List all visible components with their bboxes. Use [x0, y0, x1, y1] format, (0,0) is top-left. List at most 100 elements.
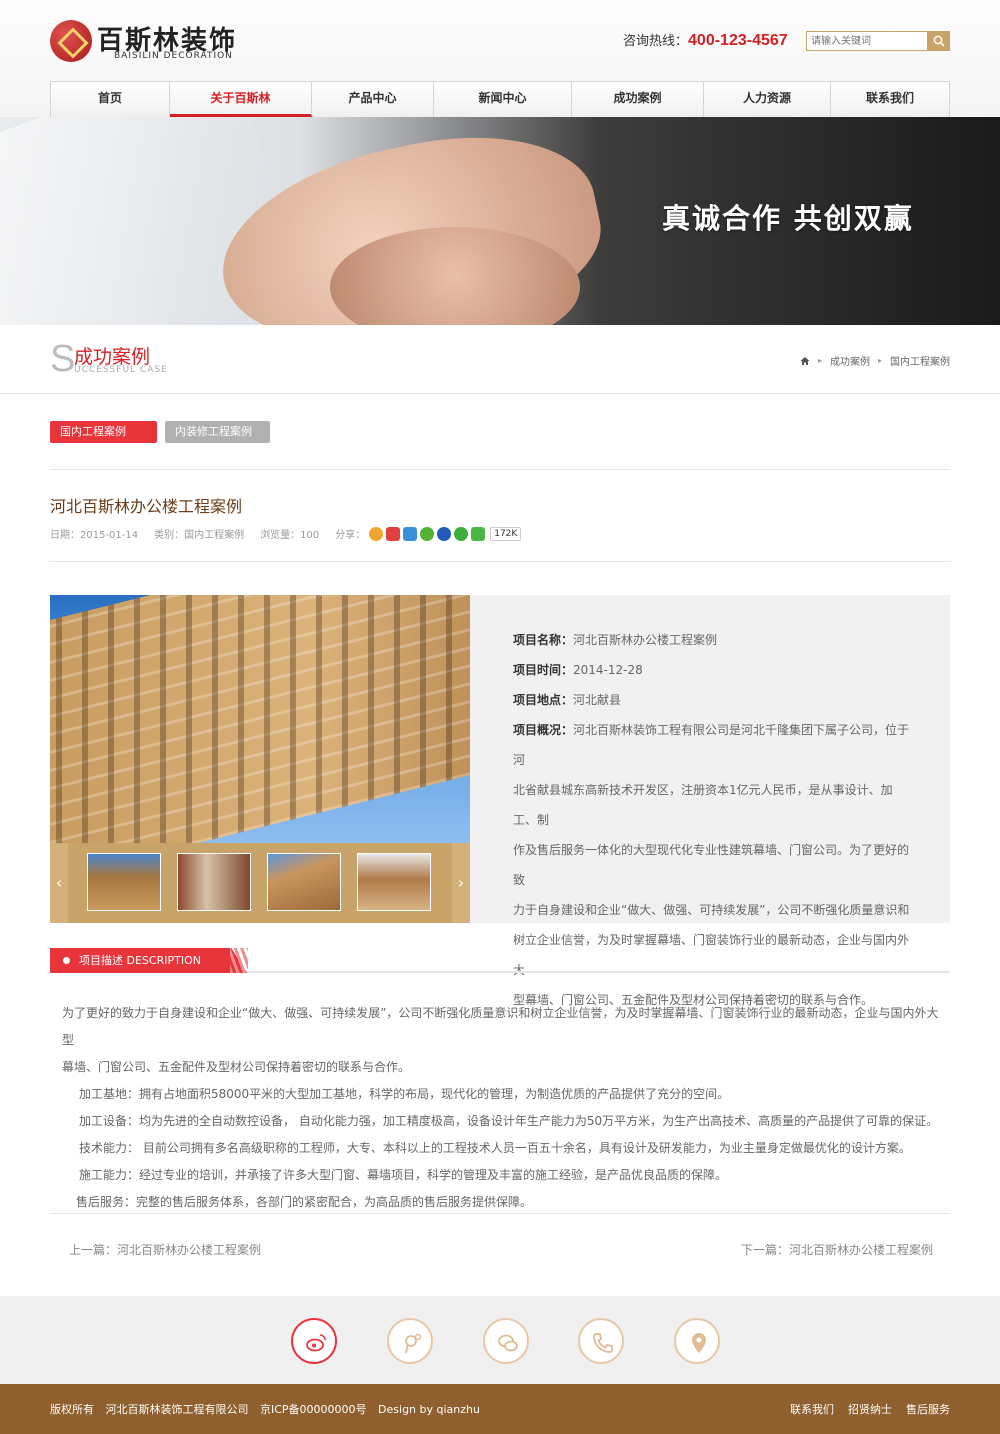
search-icon [933, 35, 945, 47]
project-place-row: 项目地点：河北献县 [513, 685, 916, 715]
footer-links: 联系我们 招贤纳士 售后服务 [790, 1401, 950, 1417]
nav-item-contact[interactable]: 联系我们 [831, 82, 949, 117]
chevron-right-icon[interactable]: › [452, 843, 470, 923]
weibo-icon[interactable] [291, 1318, 337, 1364]
project-place-label: 项目地点： [513, 693, 574, 707]
location-icon[interactable] [674, 1318, 720, 1364]
section-subtitle: UCCESSFUL CASE [74, 365, 168, 375]
description-paragraph: 技术能力： 目前公司拥有多名高级职称的工程师，大专、本科以上的工程技术人员一百五… [79, 1141, 911, 1155]
project-info-panel: 项目名称：河北百斯林办公楼工程案例 项目时间：2014-12-28 项目地点：河… [470, 595, 950, 1007]
footer-link-contact[interactable]: 联系我们 [790, 1401, 834, 1417]
divider [50, 469, 950, 470]
hotline-number: 400-123-4567 [688, 32, 788, 49]
building-image [50, 595, 470, 843]
project-name-row: 项目名称：河北百斯林办公楼工程案例 [513, 625, 916, 655]
article-meta: 日期：2015-01-14 类别：国内工程案例 浏览量：100 分享： 172K [50, 526, 537, 541]
tencent-share-icon[interactable] [403, 526, 418, 541]
project-description: 为了更好的致力于自身建设和企业“做大、做强、可持续发展”，公司不断强化质量意识和… [62, 1000, 942, 1216]
qzone-share-icon[interactable] [369, 526, 384, 541]
thumbnail-2[interactable] [177, 853, 251, 911]
nav-item-about[interactable]: 关于百斯林 [170, 82, 312, 117]
kaixin-share-icon[interactable] [454, 526, 469, 541]
prev-article-link[interactable]: 上一篇：河北百斯林办公楼工程案例 [69, 1241, 261, 1258]
hotline: 咨询热线：400-123-4567 [623, 30, 788, 50]
project-summary-label: 项目概况： [513, 723, 574, 737]
weibo-share-icon[interactable] [386, 526, 401, 541]
description-paragraph: 加工设备：均为先进的全自动数控设备， 自动化能力强，加工精度极高，设备设计年生产… [79, 1114, 939, 1128]
icp-number[interactable]: 京ICP备00000000号 [260, 1403, 367, 1416]
description-header: 项目描述 DESCRIPTION [50, 948, 950, 973]
nav-item-products[interactable]: 产品中心 [312, 82, 434, 117]
wechat-share-icon[interactable] [420, 526, 435, 541]
hero-banner: 真诚合作 共创双赢 [0, 117, 1000, 325]
thumbnail-strip: ‹ › [50, 843, 470, 923]
share-count: 172K [490, 526, 522, 541]
section-header: S 成功案例 UCCESSFUL CASE ▸ 成功案例 ▸ 国内工程案例 [0, 325, 1000, 394]
tencent-weibo-icon[interactable] [387, 1318, 433, 1364]
description-paragraph: 为了更好的致力于自身建设和企业“做大、做强、可持续发展”，公司不断强化质量意识和… [62, 1006, 939, 1047]
project-summary-line: 北省献县城东高新技术开发区，注册资本1亿元人民币，是从事设计、加工、制 [513, 783, 893, 827]
nav-item-cases[interactable]: 成功案例 [572, 82, 704, 117]
hotline-label: 咨询热线： [623, 34, 689, 49]
main-project-photo [50, 595, 470, 843]
site-logo[interactable]: 百斯林装饰 BAISILIN DECORATION [50, 20, 250, 64]
more-share-icon[interactable] [471, 526, 486, 541]
project-time-label: 项目时间： [513, 663, 574, 677]
share-bar: 172K [369, 526, 537, 541]
project-gallery: ‹ › [50, 595, 470, 923]
breadcrumb: ▸ 成功案例 ▸ 国内工程案例 [800, 353, 950, 368]
nav-item-news[interactable]: 新闻中心 [434, 82, 572, 117]
description-paragraph: 施工能力：经过专业的培训，并承接了许多大型门窗、幕墙项目，科学的管理及丰富的施工… [79, 1168, 728, 1182]
thumbnail-1[interactable] [87, 853, 161, 911]
article-category: 类别：国内工程案例 [154, 530, 245, 541]
footer-link-jobs[interactable]: 招贤纳士 [848, 1401, 892, 1417]
article-date: 日期：2015-01-14 [50, 530, 139, 541]
search-input[interactable] [806, 31, 928, 51]
thumbnail-3[interactable] [267, 853, 341, 911]
chevron-left-icon[interactable]: ‹ [50, 843, 68, 923]
next-article-link[interactable]: 下一篇：河北百斯林办公楼工程案例 [741, 1241, 933, 1258]
renren-share-icon[interactable] [437, 526, 452, 541]
divider [50, 1213, 950, 1214]
share-label: 分享： [335, 530, 366, 541]
description-paragraph: 加工基地：拥有占地面积58000平米的大型加工基地，科学的布局，现代化的管理，为… [79, 1087, 730, 1101]
banner-slogan: 真诚合作 共创双赢 [662, 202, 914, 235]
chevron-right-icon: ▸ [817, 356, 822, 365]
wechat-icon[interactable] [483, 1318, 529, 1364]
project-place-value: 河北献县 [573, 693, 622, 707]
chevron-right-icon: ▸ [877, 356, 882, 365]
divider [50, 561, 950, 562]
project-summary-line: 作及售后服务一体化的大型现代化专业性建筑幕墙、门窗公司。为了更好的致 [513, 843, 910, 887]
footer-social-bar [0, 1296, 1000, 1384]
project-summary-line: 力于自身建设和企业“做大、做强、可持续发展”，公司不断强化质量意识和 [513, 903, 910, 917]
article-views: 浏览量：100 [260, 530, 320, 541]
copyright: 版权所有 河北百斯林装饰工程有限公司 京ICP备00000000号 Design… [50, 1401, 488, 1417]
home-icon[interactable] [800, 356, 810, 366]
project-summary-line: 河北百斯林装饰工程有限公司是河北千隆集团下属子公司，位于河 [513, 723, 910, 767]
site-footer: 版权所有 河北百斯林装饰工程有限公司 京ICP备00000000号 Design… [0, 1384, 1000, 1434]
project-summary-row: 项目概况：河北百斯林装饰工程有限公司是河北千隆集团下属子公司，位于河 [513, 715, 916, 775]
phone-icon[interactable] [578, 1318, 624, 1364]
main-nav: 首页 关于百斯林 产品中心 新闻中心 成功案例 人力资源 联系我们 [50, 81, 950, 117]
description-tag: 项目描述 DESCRIPTION [50, 948, 247, 973]
footer-link-service[interactable]: 售后服务 [906, 1401, 950, 1417]
section-letter: S [50, 338, 76, 380]
nav-item-hr[interactable]: 人力资源 [704, 82, 831, 117]
project-name-label: 项目名称： [513, 633, 574, 647]
thumbnail-4[interactable] [357, 853, 431, 911]
tab-interior-cases[interactable]: 内装修工程案例 [165, 421, 270, 443]
description-tag-stripes [230, 948, 248, 973]
nav-item-home[interactable]: 首页 [51, 82, 170, 117]
search-button[interactable] [928, 31, 950, 51]
tab-domestic-cases[interactable]: 国内工程案例 [50, 421, 157, 443]
design-credit: Design by qianzhu [378, 1403, 480, 1416]
site-header: 百斯林装饰 BAISILIN DECORATION 咨询热线：400-123-4… [0, 0, 1000, 117]
project-time-value: 2014-12-28 [573, 663, 643, 677]
description-paragraph: 售后服务：完整的售后服务体系，各部门的紧密配合，为高品质的售后服务提供保障。 [76, 1195, 533, 1209]
logo-english-name: BAISILIN DECORATION [114, 51, 233, 61]
logo-emblem-icon [50, 20, 92, 62]
article-title: 河北百斯林办公楼工程案例 [50, 497, 243, 516]
copyright-company: 河北百斯林装饰工程有限公司 [105, 1403, 249, 1416]
breadcrumb-item-domestic[interactable]: 国内工程案例 [890, 353, 950, 368]
breadcrumb-item-cases[interactable]: 成功案例 [830, 353, 870, 368]
